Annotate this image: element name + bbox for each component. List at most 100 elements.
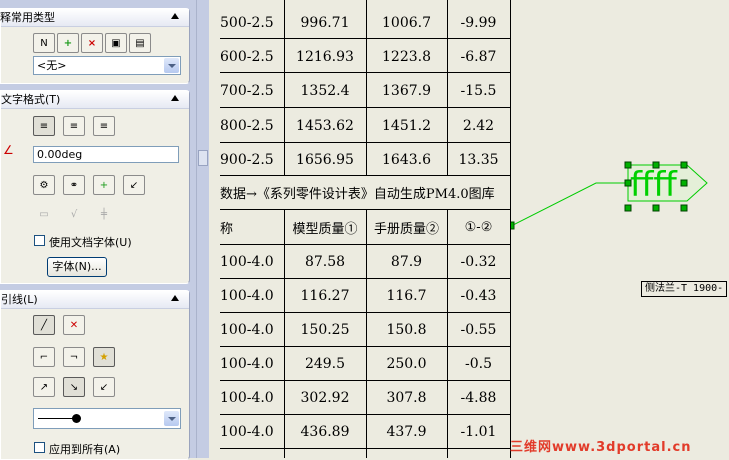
- selection-handle[interactable]: [680, 204, 688, 212]
- drawing-canvas[interactable]: ffff: [511, 0, 729, 440]
- use-doc-font-checkbox[interactable]: [34, 235, 45, 246]
- angle-value: 0.00deg: [37, 148, 83, 161]
- arrow-left-button[interactable]: ↗: [33, 377, 55, 397]
- frame-button: ▭: [33, 204, 55, 224]
- selection-handle[interactable]: [624, 204, 632, 212]
- note-text[interactable]: ffff: [630, 165, 678, 205]
- selection-handle[interactable]: [652, 161, 660, 169]
- text-format-header[interactable]: 文字格式(T): [1, 91, 189, 109]
- leader-line-icon: ╱: [40, 319, 48, 331]
- leader-straight-button[interactable]: ╱: [33, 315, 55, 335]
- no-leader-icon: ✕: [69, 319, 79, 331]
- lock-button[interactable]: ↙: [123, 175, 145, 195]
- align-center-icon: ≡: [69, 120, 79, 132]
- header-name: 称: [220, 221, 234, 237]
- cell-name: 500-2.5: [220, 15, 274, 31]
- link-property-button[interactable]: ⚙: [33, 175, 55, 195]
- leader-right-button[interactable]: ¬: [63, 347, 85, 367]
- add-symbol-button[interactable]: +: [93, 175, 115, 195]
- font-button[interactable]: 字体(N)...: [47, 257, 107, 277]
- selection-handle[interactable]: [624, 161, 632, 169]
- stack-button: ╪: [93, 204, 115, 224]
- cell-diff: 2.42: [462, 118, 495, 134]
- cell-manual: 1223.8: [382, 48, 431, 65]
- cell-name: 600-2.5: [220, 48, 274, 65]
- cell-manual: 1006.7: [382, 15, 431, 31]
- cell-manual: 250.0: [386, 356, 427, 372]
- cell-model: 116.27: [300, 288, 350, 304]
- cell-diff: -6.87: [460, 48, 497, 65]
- leader-nearest-button[interactable]: ★: [93, 347, 115, 367]
- collapse-icon[interactable]: [171, 295, 179, 301]
- new-type-button[interactable]: N: [33, 33, 55, 53]
- leader-anchor-handle[interactable]: [511, 221, 515, 230]
- cell-model: 1656.95: [296, 151, 354, 168]
- cell-name: 900-2.5: [220, 151, 274, 168]
- load-type-button[interactable]: ▤: [129, 33, 151, 53]
- chevron-down-icon[interactable]: [164, 58, 179, 73]
- hyperlink-icon: ⚭: [69, 179, 79, 191]
- scrollbar-thumb[interactable]: [198, 150, 208, 166]
- delete-icon: ×: [87, 37, 97, 49]
- cell-model: 1352.4: [300, 83, 350, 99]
- chevron-down-icon[interactable]: [164, 411, 179, 426]
- sqrt-button: √: [63, 204, 85, 224]
- leader-left-button[interactable]: ⌐: [33, 347, 55, 367]
- arrow-left-icon: ↗: [39, 381, 49, 393]
- pin-icon: ↙: [129, 179, 139, 191]
- cell-name: 100-4.0: [220, 322, 274, 338]
- collapse-icon[interactable]: [171, 95, 179, 101]
- no-leader-button[interactable]: ✕: [63, 315, 85, 335]
- cell-manual: 116.7: [386, 288, 427, 304]
- arrow-center-icon: ↘: [69, 381, 79, 393]
- cell-manual: 307.8: [386, 390, 427, 406]
- annotation-types-group: 注释常用类型 N + × ▣ ▤ <无>: [0, 8, 190, 84]
- save-type-button[interactable]: ▣: [105, 33, 127, 53]
- selection-handle[interactable]: [652, 204, 660, 212]
- apply-all-label: 应用到所有(A): [49, 443, 121, 456]
- arrow-right-button[interactable]: ↙: [93, 377, 115, 397]
- cell-model: 436.89: [300, 424, 350, 440]
- annotation-types-title: 注释常用类型: [0, 11, 55, 24]
- selection-handle[interactable]: [680, 161, 688, 169]
- star-icon: ★: [99, 351, 109, 363]
- cell-manual: 87.9: [390, 254, 423, 270]
- angle-input[interactable]: 0.00deg: [33, 146, 179, 163]
- header-model: 模型质量①: [292, 221, 358, 237]
- arrow-style-icon: [38, 418, 76, 419]
- cell-model: 150.25: [300, 322, 350, 338]
- cell-name: 800-2.5: [220, 118, 274, 134]
- apply-all-checkbox[interactable]: [34, 442, 45, 453]
- align-right-button[interactable]: ≡: [93, 116, 115, 136]
- use-doc-font-label: 使用文档字体(U): [49, 236, 132, 249]
- arrow-center-button[interactable]: ↘: [63, 377, 85, 397]
- selection-handle[interactable]: [624, 179, 632, 187]
- align-right-icon: ≡: [99, 120, 109, 132]
- annotation-types-header[interactable]: 注释常用类型: [0, 9, 189, 27]
- text-format-title: 文字格式(T): [1, 93, 61, 106]
- collapse-icon[interactable]: [171, 13, 179, 19]
- panel-scrollbar[interactable]: [196, 0, 210, 458]
- delete-type-button[interactable]: ×: [81, 33, 103, 53]
- part-label-tag[interactable]: 侧法兰-T 1900-: [641, 281, 728, 297]
- arrow-right-icon: ↙: [99, 381, 109, 393]
- leader-header[interactable]: 引线(L): [1, 291, 189, 309]
- cell-name: 100-4.0: [220, 254, 274, 270]
- header-manual: 手册质量②: [373, 221, 439, 237]
- add-type-button[interactable]: +: [57, 33, 79, 53]
- property-manager-panel: 注释常用类型 N + × ▣ ▤ <无> 文字格式(T) ≡ ≡ ≡ ∠ 0.0…: [0, 0, 196, 460]
- insert-hyperlink-button[interactable]: ⚭: [63, 175, 85, 195]
- align-center-button[interactable]: ≡: [63, 116, 85, 136]
- align-left-button[interactable]: ≡: [33, 116, 55, 136]
- leader-group: 引线(L) ╱ ✕ ⌐ ¬ ★ ↗ ↘ ↙ 应用到所有(A): [0, 290, 190, 460]
- cell-name: 700-2.5: [220, 83, 274, 99]
- cell-diff: -0.5: [465, 356, 492, 372]
- cell-name: 100-4.0: [220, 288, 274, 304]
- cell-diff: -4.88: [460, 390, 497, 406]
- cell-manual: 437.9: [386, 424, 427, 440]
- arrow-style-select[interactable]: [33, 408, 181, 429]
- cell-diff: -0.32: [460, 254, 497, 270]
- angle-icon: ∠: [3, 143, 14, 157]
- annotation-type-select[interactable]: <无>: [33, 56, 181, 75]
- selection-handle[interactable]: [680, 179, 688, 187]
